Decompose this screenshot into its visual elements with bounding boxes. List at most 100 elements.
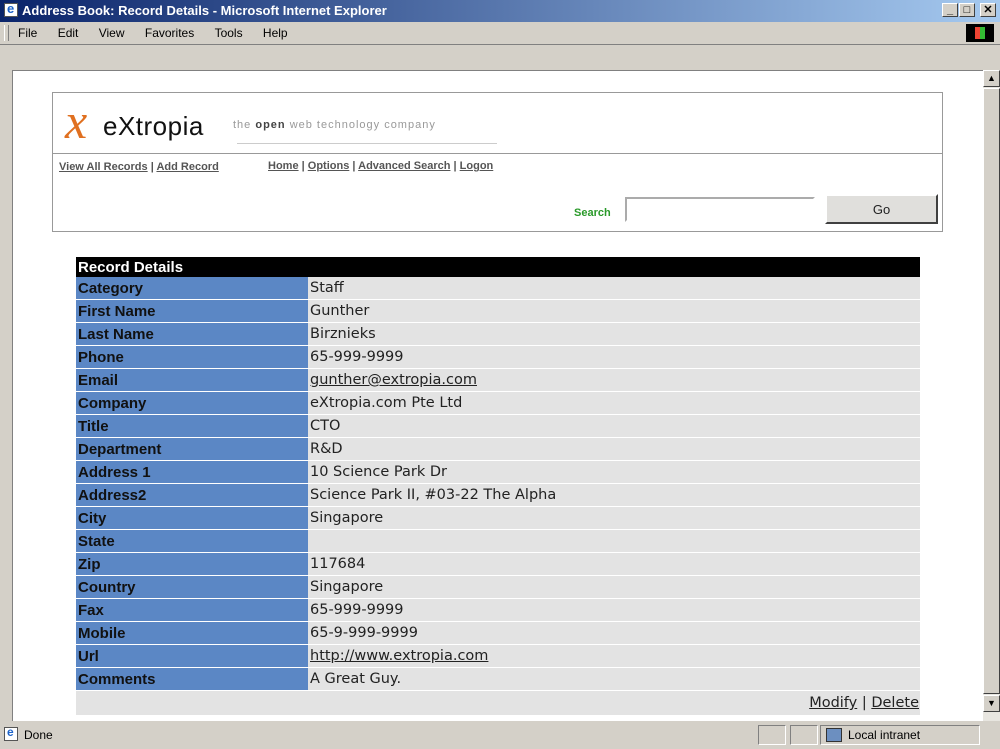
logon-link[interactable]: Logon (460, 160, 494, 172)
record-details-table: Record Details Category Staff First Name G… (76, 257, 920, 715)
windows-logo-icon (966, 24, 994, 42)
nav-separator: | (352, 160, 356, 172)
field-label: Department (76, 437, 308, 461)
modify-link[interactable]: Modify (809, 695, 857, 711)
toolbar-grip[interactable] (4, 25, 9, 41)
field-value: Singapore (308, 506, 920, 530)
field-label: Company (76, 391, 308, 415)
logo-brand: eXtropia (103, 111, 204, 141)
menu-file[interactable]: File (18, 26, 37, 40)
record-row: Last Name Birznieks (76, 322, 920, 346)
record-row: Category Staff (76, 277, 920, 300)
field-value: eXtropia.com Pte Ltd (308, 391, 920, 415)
field-label: Fax (76, 598, 308, 622)
record-row: Comments A Great Guy. (76, 667, 920, 691)
record-row: City Singapore (76, 506, 920, 530)
url-link[interactable]: http://www.extropia.com (310, 648, 488, 664)
field-value: 10 Science Park Dr (308, 460, 920, 484)
view-all-records-link[interactable]: View All Records (59, 161, 148, 173)
menu-tools[interactable]: Tools (215, 26, 243, 40)
field-label: Url (76, 644, 308, 668)
field-value (308, 529, 920, 553)
arrow-up-icon[interactable]: ▲ (983, 70, 1000, 87)
field-label: Comments (76, 667, 308, 691)
field-label: Phone (76, 345, 308, 369)
record-actions: Modify | Delete (76, 690, 920, 715)
actions-separator: | (861, 695, 867, 711)
field-label: Category (76, 277, 308, 300)
home-link[interactable]: Home (268, 160, 299, 172)
add-record-link[interactable]: Add Record (156, 161, 218, 173)
field-label: Address2 (76, 483, 308, 507)
field-value: 117684 (308, 552, 920, 576)
window-title: Address Book: Record Details - Microsoft… (22, 3, 387, 18)
local-intranet-icon (826, 728, 842, 742)
field-value: 65-999-9999 (308, 345, 920, 369)
record-row: Phone 65-999-9999 (76, 345, 920, 369)
field-label: City (76, 506, 308, 530)
record-row: Department R&D (76, 437, 920, 461)
record-row: Zip 117684 (76, 552, 920, 576)
menu-favorites[interactable]: Favorites (145, 26, 194, 40)
field-value: Gunther (308, 299, 920, 323)
field-label: Zip (76, 552, 308, 576)
nav-separator: | (301, 160, 305, 172)
record-row: Email gunther@extropia.com (76, 368, 920, 392)
record-row: Country Singapore (76, 575, 920, 599)
status-panel (758, 725, 786, 745)
record-row: Address2 Science Park II, #03-22 The Alph… (76, 483, 920, 507)
header-divider (53, 153, 942, 154)
field-label: Last Name (76, 322, 308, 346)
field-value: Singapore (308, 575, 920, 599)
delete-link[interactable]: Delete (871, 695, 919, 711)
logo-rule (237, 143, 497, 144)
menu-bar: File Edit View Favorites Tools Help (0, 22, 1000, 45)
field-value: Science Park II, #03-22 The Alpha (308, 483, 920, 507)
email-link[interactable]: gunther@extropia.com (310, 372, 477, 388)
menu-view[interactable]: View (99, 26, 125, 40)
minimize-button[interactable]: _ (942, 3, 958, 17)
record-nav: View All Records | Add Record (59, 160, 229, 175)
logo-tagline: the open web technology company (233, 119, 436, 131)
go-button[interactable]: Go (825, 194, 938, 224)
status-text: Done (24, 728, 53, 742)
arrow-down-icon[interactable]: ▼ (983, 695, 1000, 712)
field-value: 65-9-999-9999 (308, 621, 920, 645)
record-row: Fax 65-999-9999 (76, 598, 920, 622)
menu-help[interactable]: Help (263, 26, 288, 40)
ie-icon (4, 1, 18, 17)
record-details-header: Record Details (76, 257, 920, 277)
status-bar: Done Local intranet (0, 722, 1000, 749)
menu-edit[interactable]: Edit (58, 26, 79, 40)
field-value: CTO (308, 414, 920, 438)
logo-x-mark: x (65, 93, 88, 149)
field-label: Email (76, 368, 308, 392)
field-value: gunther@extropia.com (308, 368, 920, 392)
status-panel (790, 725, 818, 745)
field-label: Address 1 (76, 460, 308, 484)
vertical-scrollbar[interactable]: ▲ ▼ (983, 70, 1000, 721)
zone-text: Local intranet (848, 728, 921, 742)
record-row: Mobile 65-9-999-9999 (76, 621, 920, 645)
record-row: State (76, 529, 920, 553)
extropia-logo[interactable]: x eXtropia the open web technology compa… (65, 93, 505, 149)
main-nav: Home | Options | Advanced Search | Logon (268, 160, 493, 172)
field-value: Birznieks (308, 322, 920, 346)
record-row: Title CTO (76, 414, 920, 438)
nav-separator: | (453, 160, 457, 172)
options-link[interactable]: Options (308, 160, 350, 172)
maximize-button[interactable]: □ (959, 3, 975, 17)
close-button[interactable]: ✕ (980, 3, 996, 17)
advanced-search-link[interactable]: Advanced Search (358, 160, 450, 172)
field-label: Mobile (76, 621, 308, 645)
field-value: A Great Guy. (308, 667, 920, 691)
scroll-thumb[interactable] (983, 88, 1000, 694)
field-label: First Name (76, 299, 308, 323)
field-value: 65-999-9999 (308, 598, 920, 622)
record-row: Company eXtropia.com Pte Ltd (76, 391, 920, 415)
record-row: Address 1 10 Science Park Dr (76, 460, 920, 484)
search-input[interactable] (625, 197, 815, 222)
field-label: State (76, 529, 308, 553)
window-title-bar[interactable]: Address Book: Record Details - Microsoft… (0, 0, 1000, 22)
field-label: Title (76, 414, 308, 438)
